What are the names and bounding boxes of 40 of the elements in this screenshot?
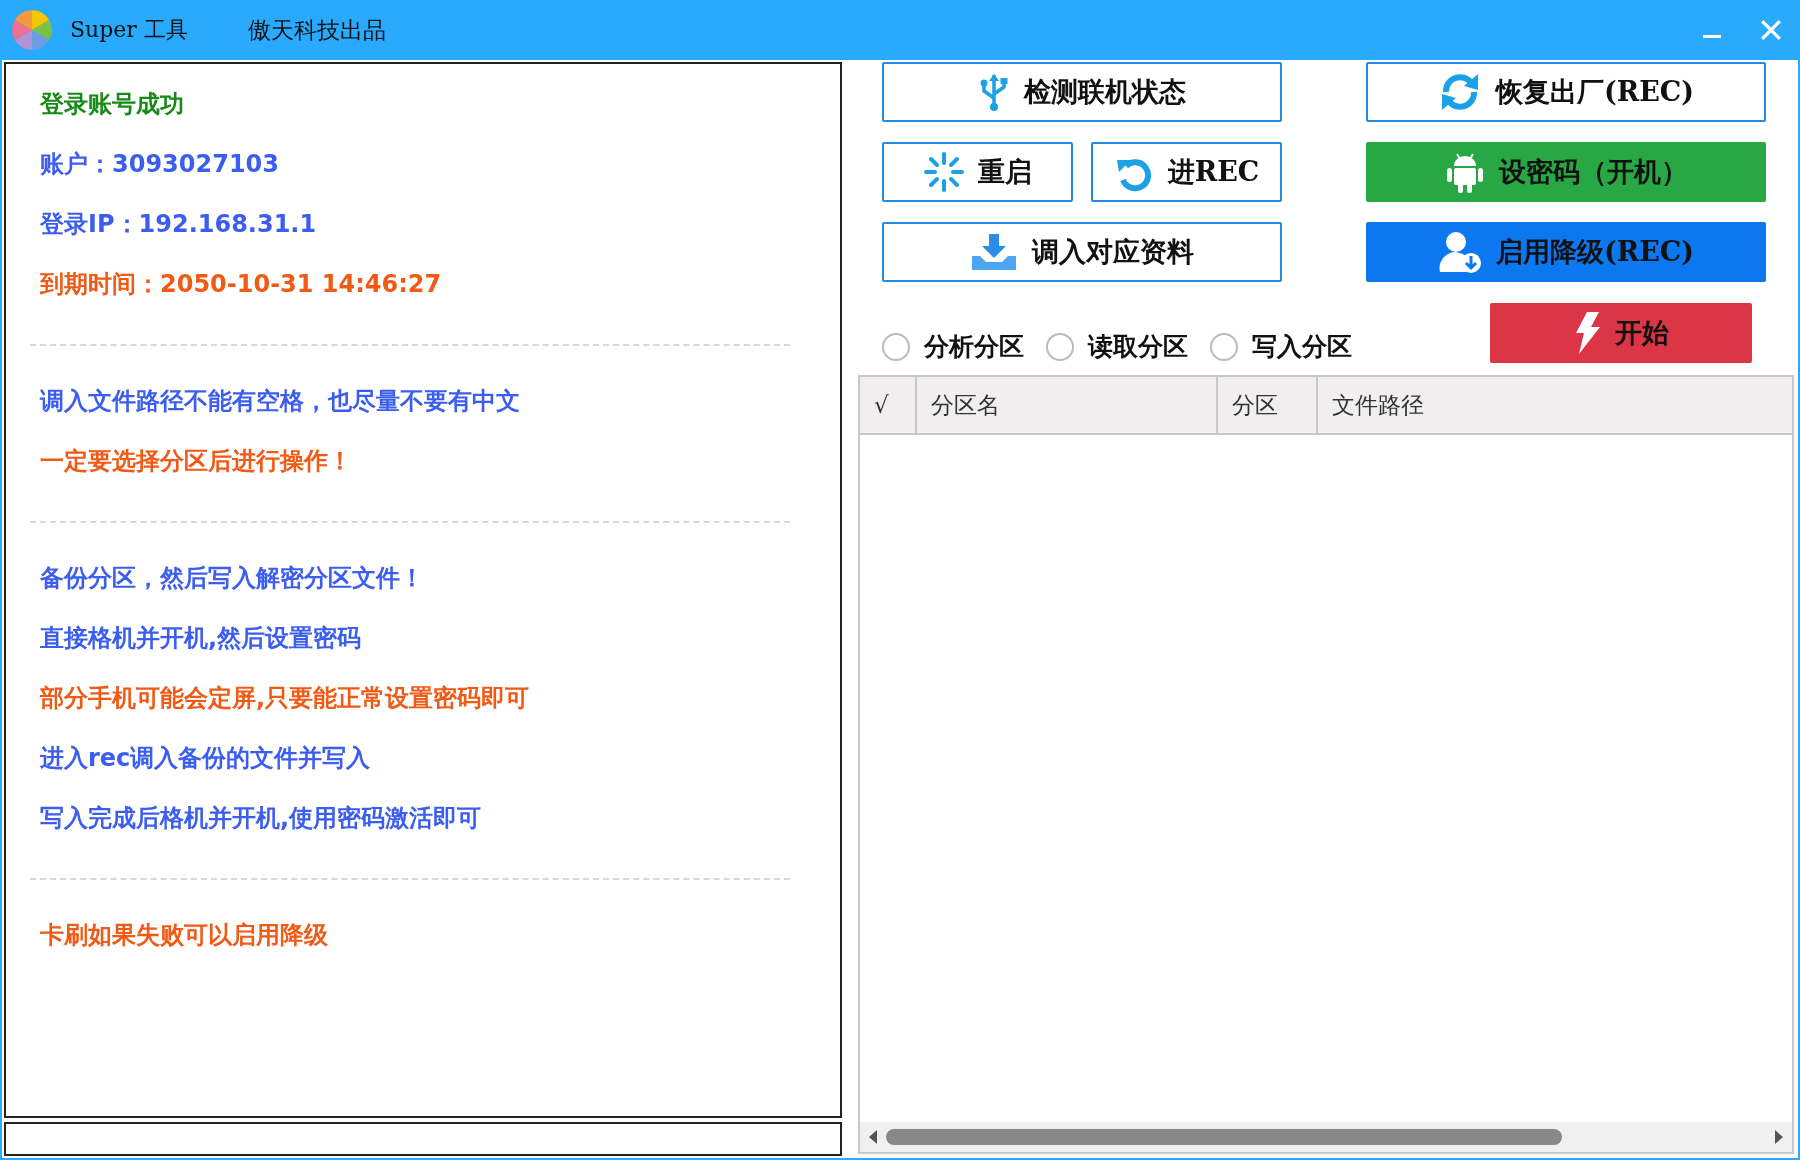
log-line: 写入完成后格机并开机,使用密码激活即可 [40, 803, 483, 834]
close-icon[interactable] [1760, 19, 1782, 41]
app-logo-icon [10, 8, 54, 52]
window-subtitle: 傲天科技出品 [247, 15, 386, 45]
log-line: 进入rec调入备份的文件并写入 [40, 743, 372, 774]
log-line: 备份分区，然后写入解密分区文件！ [40, 563, 425, 594]
column-header[interactable]: 分区 [1218, 377, 1318, 433]
action-button[interactable]: 重启 [882, 142, 1073, 202]
user-download-icon [1437, 230, 1482, 274]
radio-option[interactable]: 读取分区 [1046, 330, 1188, 363]
column-header[interactable]: √ [860, 377, 917, 433]
log-line: 卡刷如果失败可以启用降级 [40, 920, 329, 951]
action-button[interactable]: 恢复出厂(REC) [1366, 62, 1766, 122]
scroll-right-icon[interactable] [1774, 1130, 1784, 1144]
action-button[interactable]: 调入对应资料 [882, 222, 1282, 282]
log-line: 直接格机并开机,然后设置密码 [40, 623, 363, 654]
action-button[interactable]: 进REC [1091, 142, 1282, 202]
column-header[interactable]: 文件路径 [1318, 377, 1792, 433]
log-line: 账户：3093027103 [40, 149, 280, 180]
horizontal-scrollbar[interactable] [860, 1122, 1792, 1152]
usb-icon [978, 72, 1010, 112]
column-header[interactable]: 分区名 [917, 377, 1218, 433]
log-line: 登录账号成功 [40, 89, 185, 120]
action-button[interactable]: 设密码（开机） [1366, 142, 1766, 202]
spinner-icon [923, 152, 964, 192]
log-line: 到期时间：2050-10-31 14:46:27 [40, 269, 443, 300]
log-line: 登录IP：192.168.31.1 [40, 209, 318, 240]
scrollbar-thumb[interactable] [886, 1129, 1562, 1145]
scroll-left-icon[interactable] [868, 1130, 878, 1144]
app-name: Super 工具 [70, 16, 188, 44]
action-button[interactable]: 检测联机状态 [882, 62, 1282, 122]
start-button[interactable]: 开始 [1490, 302, 1752, 363]
log-line: 调入文件路径不能有空格，也尽量不要有中文 [40, 386, 521, 417]
log-line: 一定要选择分区后进行操作！ [40, 446, 353, 477]
log-line: 部分手机可能会定屏,只要能正常设置密码即可 [40, 683, 531, 714]
radio-option[interactable]: 写入分区 [1210, 330, 1352, 363]
radio-option[interactable]: 分析分区 [882, 330, 1024, 363]
lightning-icon [1573, 310, 1601, 355]
action-button[interactable]: 启用降级(REC) [1366, 222, 1766, 282]
download-tray-icon [970, 232, 1018, 272]
